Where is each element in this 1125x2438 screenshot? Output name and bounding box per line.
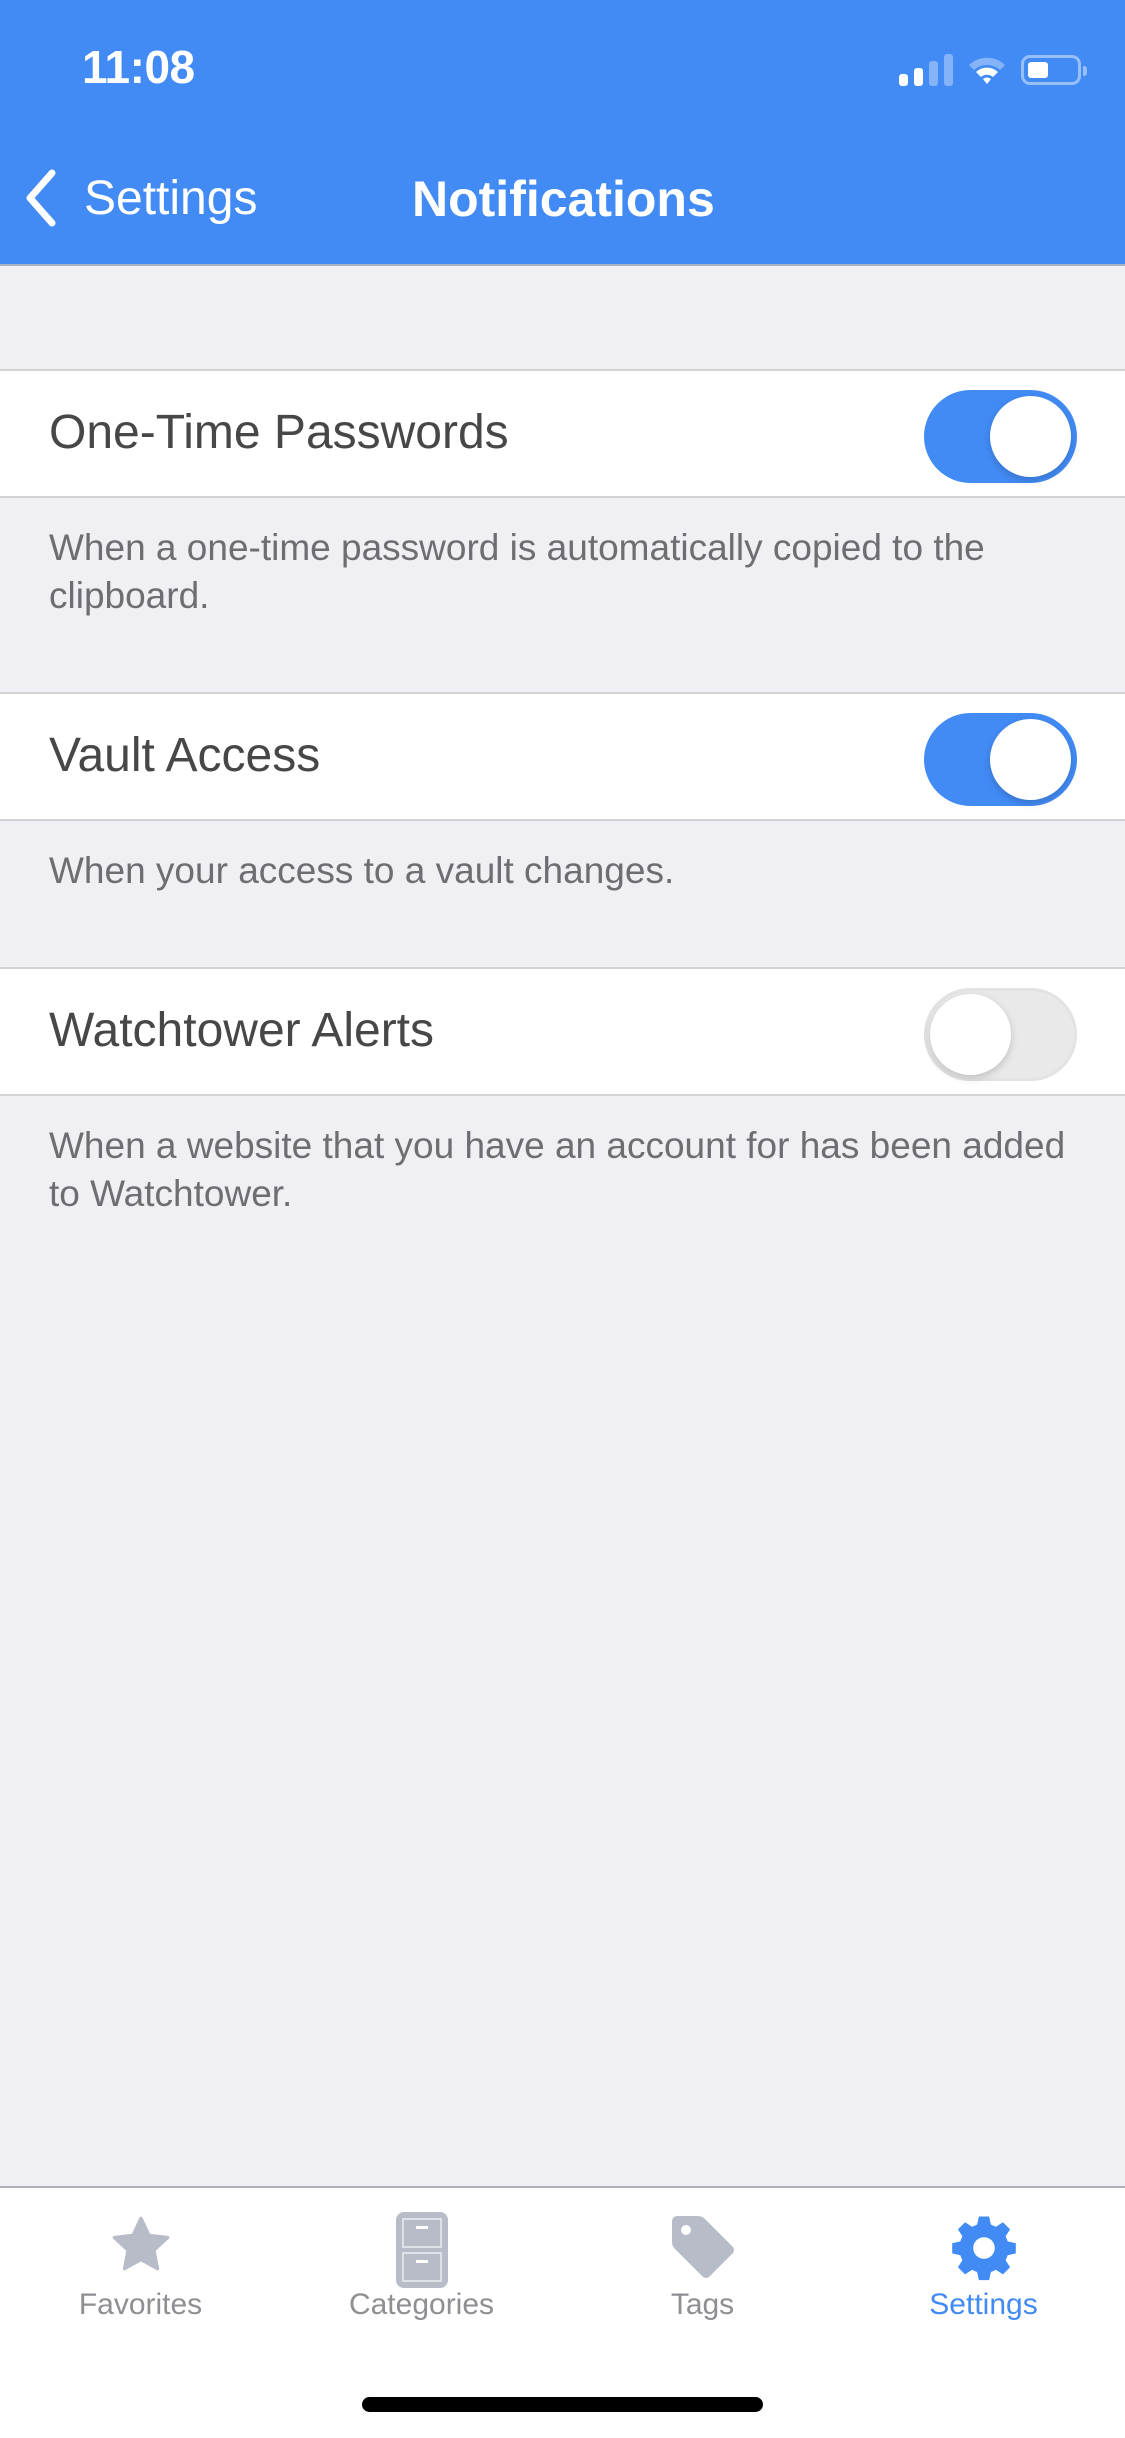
setting-description: When your access to a vault changes. [49,850,675,891]
back-button[interactable]: Settings [22,168,257,228]
tab-favorites[interactable]: Favorites [0,2188,281,2348]
gear-icon [951,2216,1016,2281]
setting-label: Watchtower Alerts [49,1004,435,1057]
tab-settings[interactable]: Settings [843,2188,1124,2348]
filing-cabinet-icon [395,2212,448,2288]
tab-tags[interactable]: Tags [562,2188,843,2348]
chevron-left-icon [26,169,56,227]
setting-description: When a website that you have an account … [49,1125,1066,1214]
back-label: Settings [84,171,258,225]
status-icons [899,50,1087,90]
setting-description: When a one-time password is automaticall… [49,527,985,616]
home-indicator [362,2397,763,2412]
page-title: Notifications [412,171,715,227]
tab-categories[interactable]: Categories [281,2188,562,2348]
battery-icon [1021,55,1087,85]
setting-label: Vault Access [49,729,321,782]
status-time: 11:08 [82,41,195,93]
one-time-passwords-toggle[interactable] [924,390,1077,483]
tab-label: Categories [348,2288,495,2321]
vault-access-toggle[interactable] [924,713,1077,806]
wifi-icon [969,57,1005,84]
tag-icon [671,2216,734,2278]
tab-label: Favorites [78,2288,203,2321]
tab-label: Tags [670,2288,735,2321]
cellular-signal-icon [899,54,953,86]
setting-label: One-Time Passwords [49,406,509,459]
tab-label: Settings [929,2288,1038,2321]
setting-row-watchtower-alerts: Watchtower Alerts [0,967,1125,1096]
setting-row-one-time-passwords: One-Time Passwords [0,369,1125,498]
watchtower-alerts-toggle[interactable] [924,988,1077,1081]
star-icon [112,2216,169,2271]
setting-row-vault-access: Vault Access [0,692,1125,821]
navigation-bar: 11:08 Settings Notifications [0,0,1125,266]
